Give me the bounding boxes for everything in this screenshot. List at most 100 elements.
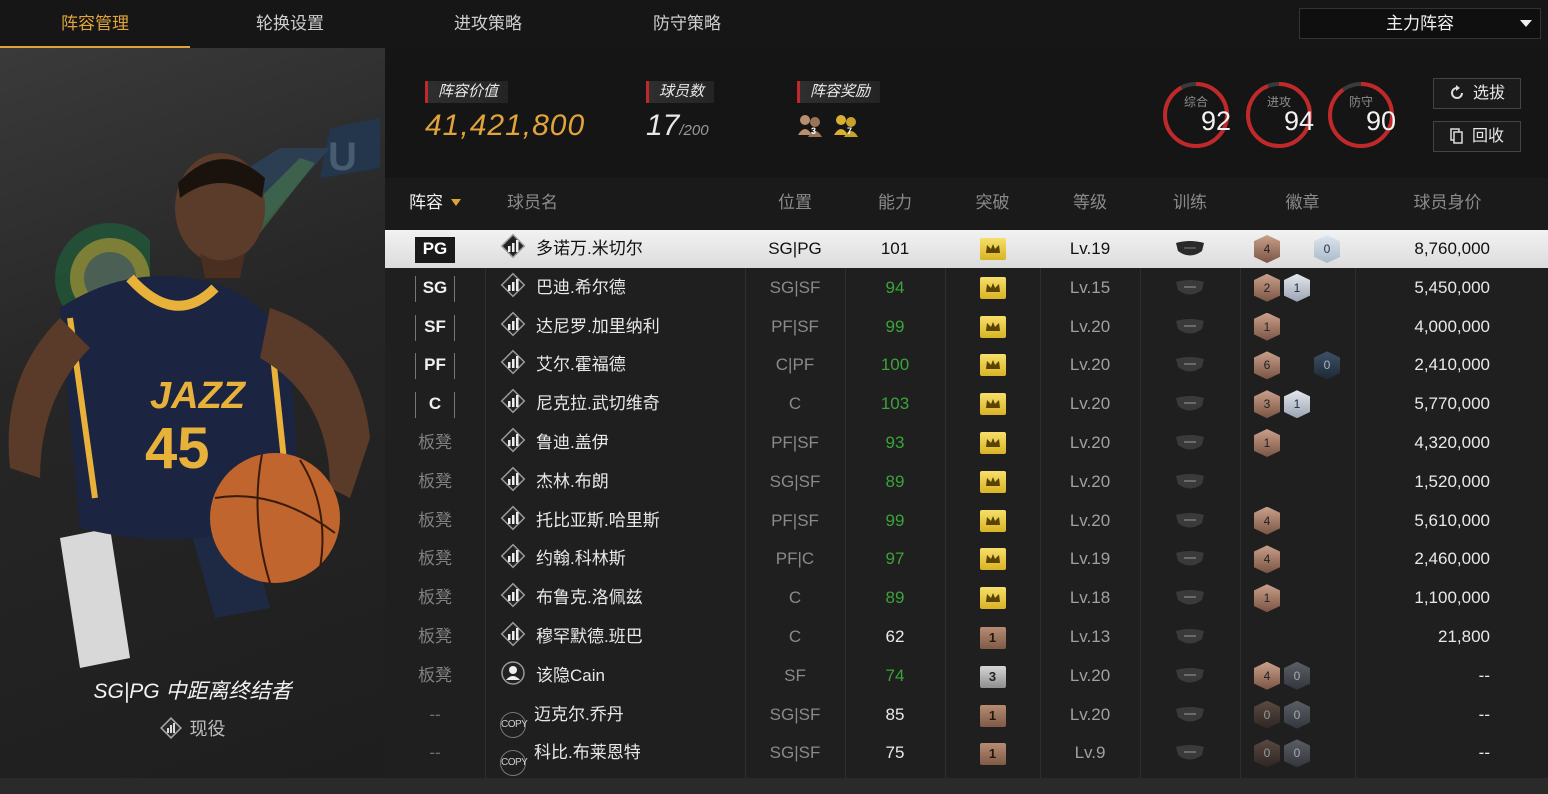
table-row[interactable]: PG 多诺万.米切尔 SG|PG 101 Lv.19 40 8,760,000 [385,230,1548,268]
badge-icon[interactable]: 0 [1284,739,1310,768]
lineup-slot-cell[interactable]: 板凳 [385,579,485,617]
lineup-slot-cell[interactable]: PG [385,230,485,268]
training-cell[interactable] [1140,502,1240,540]
col-breakthrough-header[interactable]: 突破 [945,178,1040,230]
badge-icon[interactable]: 0 [1314,351,1340,380]
badge-icon[interactable]: 1 [1284,390,1310,419]
badges-cell[interactable]: 00 [1254,734,1354,772]
table-row[interactable]: 板凳 鲁迪.盖伊 PF|SF 93 Lv.20 1 4,320,000 [385,424,1548,462]
badge-icon[interactable]: 0 [1254,739,1280,768]
player-name-cell[interactable]: 尼克拉.武切维奇 [500,385,740,423]
training-cell[interactable] [1140,696,1240,734]
badge-icon[interactable]: 0 [1254,700,1280,729]
table-row[interactable]: 板凳 托比亚斯.哈里斯 PF|SF 99 Lv.20 4 5,610,000 [385,502,1548,540]
badges-cell[interactable]: 40 [1254,230,1354,268]
lineup-slot-cell[interactable]: 板凳 [385,657,485,695]
col-badges-header[interactable]: 徽章 [1240,178,1365,230]
select-players-button[interactable]: 选拔 [1433,78,1521,109]
badges-cell[interactable]: 4 [1254,540,1354,578]
badge-icon[interactable]: 4 [1254,235,1280,263]
training-cell[interactable] [1140,579,1240,617]
badge-icon[interactable]: 0 [1314,235,1340,263]
lineup-slot-cell[interactable]: 板凳 [385,540,485,578]
training-cell[interactable] [1140,308,1240,346]
col-name-header[interactable]: 球员名 [485,178,580,230]
badge-icon[interactable]: 3 [1254,390,1280,419]
lineup-select[interactable]: 主力阵容 [1299,8,1541,39]
lineup-slot-cell[interactable]: 板凳 [385,463,485,501]
table-row[interactable]: -- COPY 科比.布莱恩特 SG|SF 75 1 Lv.9 00 -- [385,734,1548,777]
lineup-slot-cell[interactable]: SG [385,269,485,307]
lineup-slot-cell[interactable]: 板凳 [385,502,485,540]
table-row[interactable]: 板凳 穆罕默德.班巴 C 62 1 Lv.13 21,800 [385,618,1548,656]
table-row[interactable]: SG 巴迪.希尔德 SG|SF 94 Lv.15 21 5,450,000 [385,269,1548,307]
training-cell[interactable] [1140,346,1240,384]
lineup-slot-cell[interactable]: -- [385,696,485,734]
training-cell[interactable] [1140,385,1240,423]
badge-icon[interactable]: 1 [1254,429,1280,457]
training-cell[interactable] [1140,463,1240,501]
player-name-cell[interactable]: 穆罕默德.班巴 [500,618,740,656]
badges-cell[interactable]: 1 [1254,579,1354,617]
reward-group-icon[interactable]: 3 [797,113,825,137]
player-name-cell[interactable]: 巴迪.希尔德 [500,269,740,307]
col-position-header[interactable]: 位置 [745,178,845,230]
badges-cell[interactable]: 00 [1254,696,1354,734]
tab-defense-strategy[interactable]: 防守策略 [592,0,782,48]
badges-cell[interactable] [1254,463,1354,501]
badge-icon[interactable]: 4 [1254,661,1280,690]
table-row[interactable]: 板凳 该隐Cain SF 74 3 Lv.20 40 -- [385,657,1548,695]
training-cell[interactable] [1140,618,1240,656]
badge-icon[interactable]: 2 [1254,273,1280,302]
badges-cell[interactable]: 1 [1254,308,1354,346]
table-row[interactable]: SF 达尼罗.加里纳利 PF|SF 99 Lv.20 1 4,000,000 [385,308,1548,346]
badge-icon[interactable]: 0 [1284,661,1310,690]
training-cell[interactable] [1140,230,1240,268]
training-cell[interactable] [1140,657,1240,695]
player-name-cell[interactable]: COPY迈克尔.乔丹 [500,696,740,738]
player-name-cell[interactable]: 多诺万.米切尔 [500,230,740,268]
badge-icon[interactable]: 6 [1254,351,1280,380]
col-ability-header[interactable]: 能力 [845,178,945,230]
badges-cell[interactable]: 4 [1254,502,1354,540]
training-cell[interactable] [1140,540,1240,578]
player-name-cell[interactable]: COPY 科比.布莱恩特 [500,734,740,777]
table-row[interactable]: -- COPY迈克尔.乔丹 SG|SF 85 1 Lv.20 00 -- [385,696,1548,738]
lineup-slot-cell[interactable]: SF [385,308,485,346]
badge-icon[interactable]: 4 [1254,506,1280,535]
training-cell[interactable] [1140,269,1240,307]
badges-cell[interactable]: 1 [1254,424,1354,462]
badge-icon[interactable]: 1 [1284,273,1310,302]
player-name-cell[interactable]: 该隐Cain [500,657,740,695]
player-name-cell[interactable]: 约翰.科林斯 [500,540,740,578]
table-row[interactable]: 板凳 约翰.科林斯 PF|C 97 Lv.19 4 2,460,000 [385,540,1548,578]
tab-rotation-settings[interactable]: 轮换设置 [195,0,385,48]
lineup-slot-cell[interactable]: 板凳 [385,424,485,462]
lineup-slot-cell[interactable]: C [385,385,485,423]
table-row[interactable]: PF 艾尔.霍福德 C|PF 100 Lv.20 60 2,410,000 [385,346,1548,384]
player-portrait-panel[interactable]: U JAZZ 45 SG|PG 中距离终结者 现役 [0,48,385,778]
training-cell[interactable] [1140,734,1240,772]
reward-group-icon[interactable]: 7 [833,113,861,137]
badges-cell[interactable]: 60 [1254,346,1354,384]
badges-cell[interactable]: 31 [1254,385,1354,423]
player-name-cell[interactable]: 杰林.布朗 [500,463,740,501]
tab-offense-strategy[interactable]: 进攻策略 [393,0,583,48]
table-row[interactable]: 板凳 杰林.布朗 SG|SF 89 Lv.20 1,520,000 [385,463,1548,501]
col-value-header[interactable]: 球员身价 [1375,178,1520,230]
training-cell[interactable] [1140,424,1240,462]
col-lineup-header[interactable]: 阵容 [385,178,485,230]
table-row[interactable]: 板凳 布鲁克.洛佩兹 C 89 Lv.18 1 1,100,000 [385,579,1548,617]
badges-cell[interactable]: 40 [1254,657,1354,695]
badge-icon[interactable]: 4 [1254,545,1280,574]
lineup-slot-cell[interactable]: -- [385,734,485,772]
col-training-header[interactable]: 训练 [1140,178,1240,230]
badge-icon[interactable]: 1 [1254,312,1280,341]
col-level-header[interactable]: 等级 [1040,178,1140,230]
player-name-cell[interactable]: 鲁迪.盖伊 [500,424,740,462]
player-name-cell[interactable]: 达尼罗.加里纳利 [500,308,740,346]
tab-lineup-management[interactable]: 阵容管理 [0,0,190,48]
badges-cell[interactable]: 21 [1254,269,1354,307]
badges-cell[interactable] [1254,618,1354,656]
lineup-reward-icons[interactable]: 3 7 [797,113,880,137]
